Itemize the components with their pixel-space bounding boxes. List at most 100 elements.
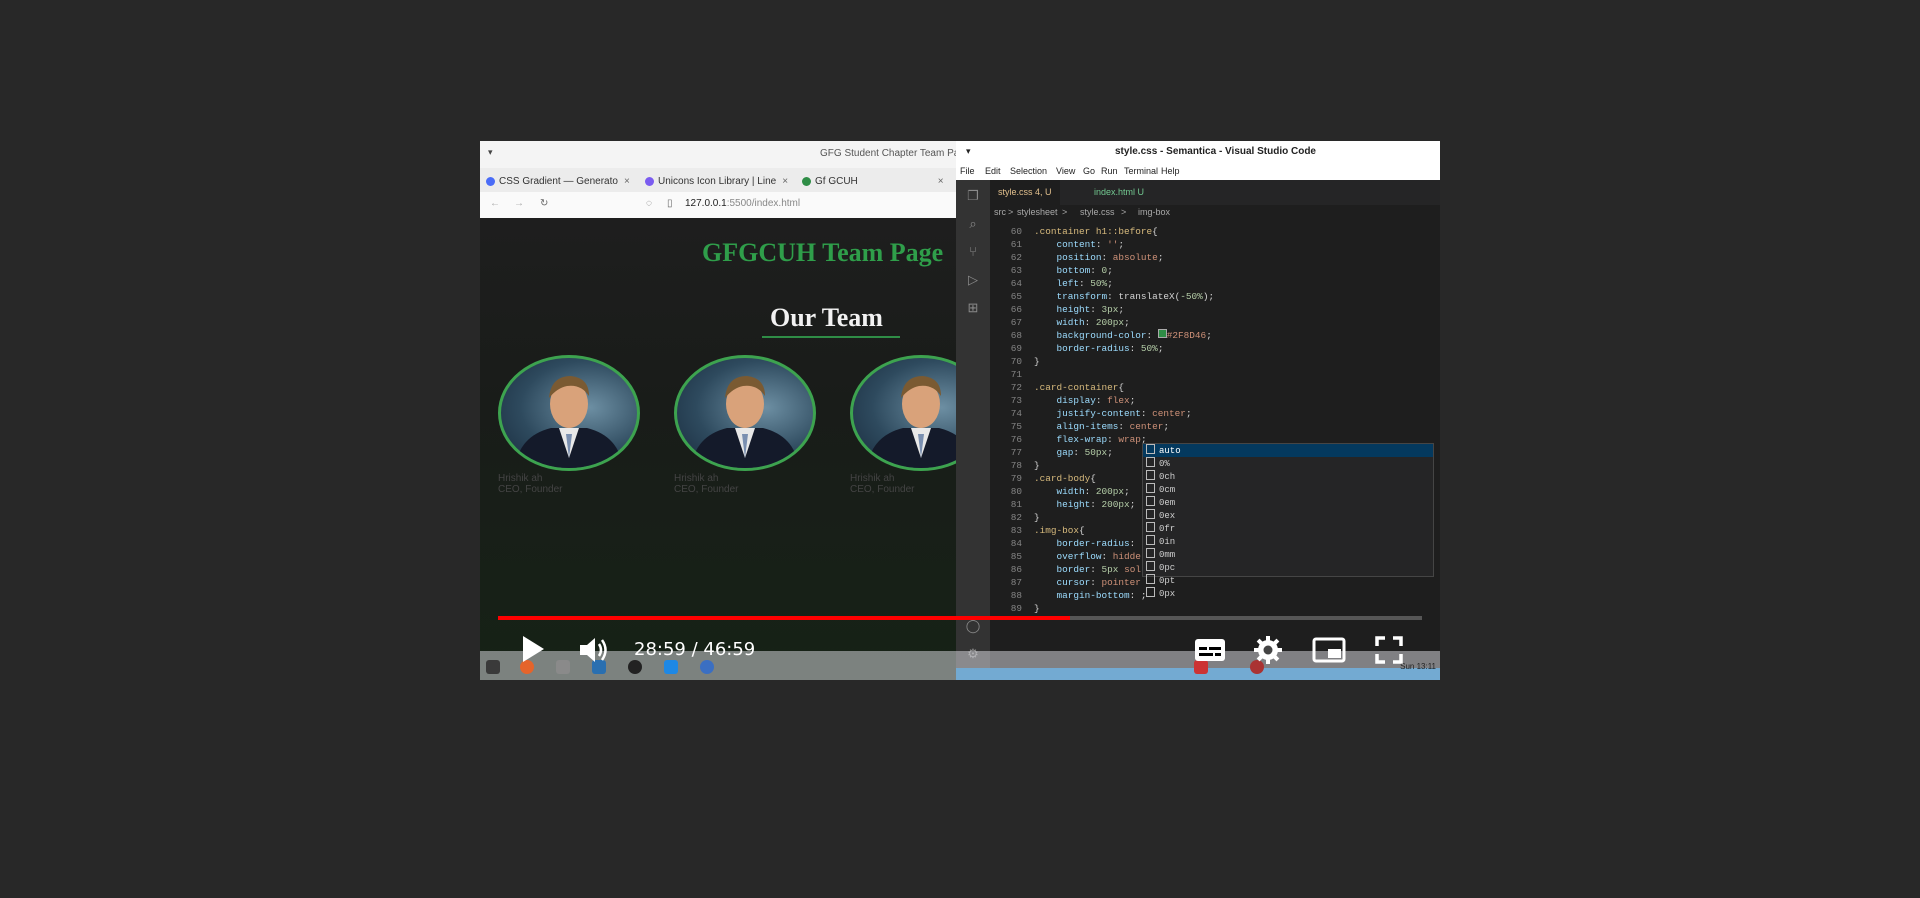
source-control-icon[interactable]: ⑂ bbox=[965, 244, 981, 260]
favicon-icon bbox=[645, 176, 654, 186]
tab-label: style.css 4, U bbox=[998, 187, 1052, 197]
run-debug-icon[interactable]: ▷ bbox=[965, 272, 981, 288]
fullscreen-button[interactable] bbox=[1375, 636, 1403, 669]
suggestion-item[interactable]: auto bbox=[1143, 444, 1433, 457]
taskbar-clock: Sun 13:11 bbox=[1400, 662, 1436, 671]
files-icon[interactable] bbox=[556, 660, 570, 674]
suggestion-label: 0cm bbox=[1159, 485, 1176, 495]
member-role: CEO, Founder bbox=[850, 484, 915, 495]
progress-bar[interactable] bbox=[498, 616, 1422, 620]
team-card: Hrishik ah CEO, Founder bbox=[674, 355, 816, 495]
play-button[interactable] bbox=[520, 634, 546, 669]
suggestion-item[interactable]: 0mm bbox=[1143, 548, 1433, 561]
search-icon[interactable]: ⌕ bbox=[965, 216, 981, 232]
browser-tab-active[interactable]: Gf GCUH × bbox=[802, 172, 952, 190]
explorer-icon[interactable]: ❐ bbox=[965, 188, 981, 204]
vscode-icon[interactable] bbox=[664, 660, 678, 674]
chevron-down-icon[interactable]: ▾ bbox=[966, 146, 971, 157]
heading-underline bbox=[762, 336, 900, 338]
suggestion-label: 0em bbox=[1159, 498, 1176, 508]
suggestion-label: 0% bbox=[1159, 459, 1170, 469]
vscode-titlebar: ▾ style.css - Semantica - Visual Studio … bbox=[956, 141, 1440, 162]
menu-icon[interactable] bbox=[486, 660, 500, 674]
tab-index-html[interactable]: index.html U bbox=[1086, 180, 1152, 205]
suggestion-label: 0mm bbox=[1159, 550, 1176, 560]
autocomplete-suggestions: auto 0% 0ch 0cm 0em 0ex 0fr 0in 0mm 0pc … bbox=[1142, 443, 1434, 599]
member-name: Hrishik ah bbox=[674, 473, 719, 484]
suggestion-item[interactable]: 0pc bbox=[1143, 561, 1433, 574]
browser-tab[interactable]: Unicons Icon Library | Line × bbox=[645, 172, 793, 190]
favicon-icon bbox=[802, 176, 811, 186]
menu-item-help[interactable]: Help bbox=[1161, 166, 1180, 176]
breadcrumb-sep: > bbox=[1121, 207, 1127, 217]
address-input[interactable]: 127.0.0.1:5500/index.html bbox=[685, 198, 800, 209]
page-title: GFGCUH Team Page bbox=[702, 238, 944, 267]
suggestion-label: 0in bbox=[1159, 537, 1176, 547]
settings-gear-icon[interactable] bbox=[1253, 635, 1283, 670]
favicon-icon bbox=[486, 176, 495, 186]
breadcrumb-item[interactable]: src bbox=[994, 207, 1006, 217]
close-icon[interactable]: × bbox=[782, 176, 788, 187]
menu-item-go[interactable]: Go bbox=[1083, 166, 1095, 176]
suggestion-item[interactable]: 0em bbox=[1143, 496, 1433, 509]
subtitles-button[interactable] bbox=[1194, 636, 1226, 669]
breadcrumb: src > stylesheet > style.css > img-box bbox=[990, 205, 1440, 221]
member-name: Hrishik ah bbox=[850, 473, 895, 484]
time-display: 28:59 / 46:59 bbox=[634, 639, 756, 660]
extensions-icon[interactable]: ⊞ bbox=[965, 300, 981, 316]
menu-item-edit[interactable]: Edit bbox=[985, 166, 1001, 176]
breadcrumb-item[interactable]: stylesheet bbox=[1017, 207, 1058, 217]
url-host: 127.0.0.1 bbox=[685, 198, 727, 209]
back-icon[interactable]: ← bbox=[490, 198, 500, 209]
menu-item-run[interactable]: Run bbox=[1101, 166, 1118, 176]
suggestion-item[interactable]: 0% bbox=[1143, 457, 1433, 470]
browser-tab[interactable]: CSS Gradient — Generato × bbox=[486, 172, 634, 190]
suggestion-label: 0ch bbox=[1159, 472, 1176, 482]
menu-item-file[interactable]: File bbox=[960, 166, 975, 176]
page-icon: ▯ bbox=[667, 198, 673, 209]
menu-item-terminal[interactable]: Terminal bbox=[1124, 166, 1158, 176]
shield-icon: ◌ bbox=[646, 198, 652, 209]
os-taskbar: Sun 13:11 bbox=[480, 651, 1440, 680]
avatar bbox=[498, 355, 640, 471]
member-role: CEO, Founder bbox=[674, 484, 739, 495]
team-heading: Our Team bbox=[770, 303, 883, 332]
tab-style-css[interactable]: style.css 4, U bbox=[990, 180, 1060, 205]
suggestion-label: 0pc bbox=[1159, 563, 1176, 573]
breadcrumb-item[interactable]: img-box bbox=[1138, 207, 1170, 217]
github-icon[interactable] bbox=[628, 660, 642, 674]
suggestion-item[interactable]: 0pt bbox=[1143, 574, 1433, 587]
vscode-window-title: style.css - Semantica - Visual Studio Co… bbox=[1115, 146, 1316, 157]
suggestion-item[interactable]: 0px bbox=[1143, 587, 1433, 600]
suggestion-item[interactable]: 0fr bbox=[1143, 522, 1433, 535]
video-player[interactable]: ▾ GFG Student Chapter Team Pa CSS Gradie… bbox=[480, 141, 1440, 680]
activity-bar: ❐ ⌕ ⑂ ▷ ⊞ ◯ ⚙ bbox=[956, 180, 990, 680]
close-icon[interactable]: × bbox=[938, 176, 944, 187]
suggestion-item[interactable]: 0ch bbox=[1143, 470, 1433, 483]
breadcrumb-item[interactable]: style.css bbox=[1080, 207, 1115, 217]
browser-tab-label: CSS Gradient — Generato bbox=[499, 175, 618, 187]
code-editor[interactable]: 60 .container h1::before{ 61 content: '';… bbox=[990, 221, 1440, 673]
webpage-content: GFGCUH Team Page Our Team Hrishik ah CEO… bbox=[480, 218, 956, 680]
url-path: :5500/index.html bbox=[726, 198, 801, 209]
browser-tab-label: Gf GCUH bbox=[815, 175, 858, 187]
suggestion-label: 0pt bbox=[1159, 576, 1176, 586]
app-icon[interactable] bbox=[700, 660, 714, 674]
close-icon[interactable]: × bbox=[624, 176, 630, 187]
chevron-down-icon[interactable]: ▾ bbox=[488, 147, 493, 158]
avatar bbox=[674, 355, 816, 471]
suggestion-item[interactable]: 0ex bbox=[1143, 509, 1433, 522]
member-role: CEO, Founder bbox=[498, 484, 563, 495]
team-card: Hrishik ah CEO, Founder bbox=[850, 355, 956, 495]
breadcrumb-sep: > bbox=[1008, 207, 1014, 217]
menu-item-selection[interactable]: Selection bbox=[1010, 166, 1047, 176]
forward-icon[interactable]: → bbox=[514, 198, 524, 209]
account-icon[interactable]: ◯ bbox=[965, 618, 981, 634]
suggestion-item[interactable]: 0cm bbox=[1143, 483, 1433, 496]
volume-button[interactable] bbox=[578, 635, 610, 670]
suggestion-label: 0ex bbox=[1159, 511, 1176, 521]
miniplayer-button[interactable] bbox=[1312, 636, 1346, 669]
suggestion-item[interactable]: 0in bbox=[1143, 535, 1433, 548]
reload-icon[interactable]: ↻ bbox=[540, 198, 548, 209]
menu-item-view[interactable]: View bbox=[1056, 166, 1075, 176]
